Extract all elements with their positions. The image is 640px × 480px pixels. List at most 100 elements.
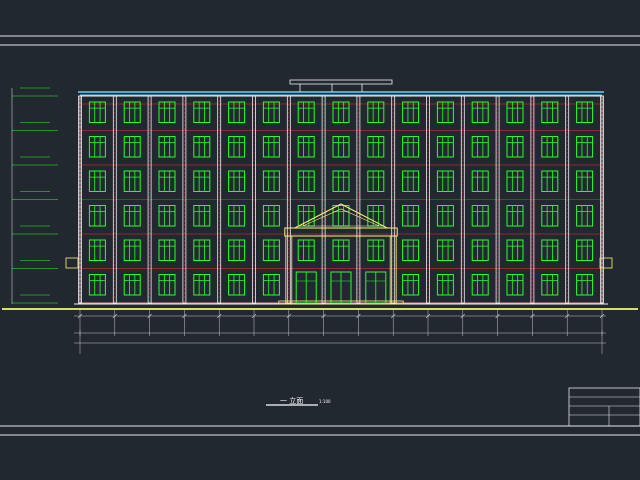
window [332,205,350,227]
window-frame [506,170,524,192]
window-frame [297,239,315,261]
window-frame [402,170,420,192]
window [436,136,454,158]
drawing-title: 一 立面 1:100 [266,396,331,406]
window [471,274,489,296]
window [228,274,246,296]
window-frame [123,136,141,158]
window-frame [262,239,280,261]
window-frame [576,205,594,227]
window-frame [88,205,106,227]
window [193,170,211,192]
window [158,170,176,192]
window [297,136,315,158]
window [262,274,280,296]
window-frame [402,274,420,296]
window [158,239,176,261]
window-frame [506,136,524,158]
elevation-drawing: 一 立面 1:100 [0,35,640,436]
window-frame [367,101,385,123]
window-frame [123,239,141,261]
window-frame [193,170,211,192]
window [506,239,524,261]
title-scale: 1:100 [319,399,331,404]
window-frame [506,205,524,227]
window [576,239,594,261]
window [506,136,524,158]
window [436,101,454,123]
window-frame [193,205,211,227]
window-frame [402,136,420,158]
window-frame [262,136,280,158]
window-frame [541,239,559,261]
window-frame [471,205,489,227]
window-frame [193,101,211,123]
window [262,136,280,158]
window-frame [576,170,594,192]
window [576,274,594,296]
window-frame [402,205,420,227]
window-frame [262,274,280,296]
window-frame [506,274,524,296]
window [297,205,315,227]
title-block [568,387,640,427]
window [367,170,385,192]
window-frame [367,205,385,227]
window [506,274,524,296]
window [228,170,246,192]
window [541,170,559,192]
window [471,101,489,123]
window [576,205,594,227]
window-frame [228,101,246,123]
window [262,205,280,227]
window [436,170,454,192]
window-frame [541,170,559,192]
roof-structure [289,79,393,85]
window [88,205,106,227]
window [88,136,106,158]
window-frame [471,274,489,296]
window [123,170,141,192]
window-frame [541,101,559,123]
window-frame [436,274,454,296]
window-frame [367,239,385,261]
window-frame [123,170,141,192]
window-frame [471,101,489,123]
window [297,101,315,123]
window [541,136,559,158]
window [123,136,141,158]
window-frame [193,239,211,261]
window-frame [332,239,350,261]
window [541,205,559,227]
window [262,101,280,123]
window-frame [228,170,246,192]
window-frame [506,101,524,123]
window [332,170,350,192]
window-frame [576,274,594,296]
window [297,170,315,192]
entrance-door [295,271,317,304]
window [402,274,420,296]
window [158,205,176,227]
window-frame [297,101,315,123]
window-frame [228,136,246,158]
window [541,239,559,261]
window-frame [228,239,246,261]
window [88,274,106,296]
window-frame [158,239,176,261]
window [193,205,211,227]
window-frame [436,101,454,123]
dimension-chain [74,310,606,354]
window [228,101,246,123]
window-frame [158,170,176,192]
window-frame [123,101,141,123]
entrance-door [365,271,387,304]
window [402,239,420,261]
window [506,101,524,123]
window-frame [332,101,350,123]
window [158,101,176,123]
window-frame [123,205,141,227]
window-frame [297,170,315,192]
side-ornament-left [65,257,79,269]
window [402,136,420,158]
